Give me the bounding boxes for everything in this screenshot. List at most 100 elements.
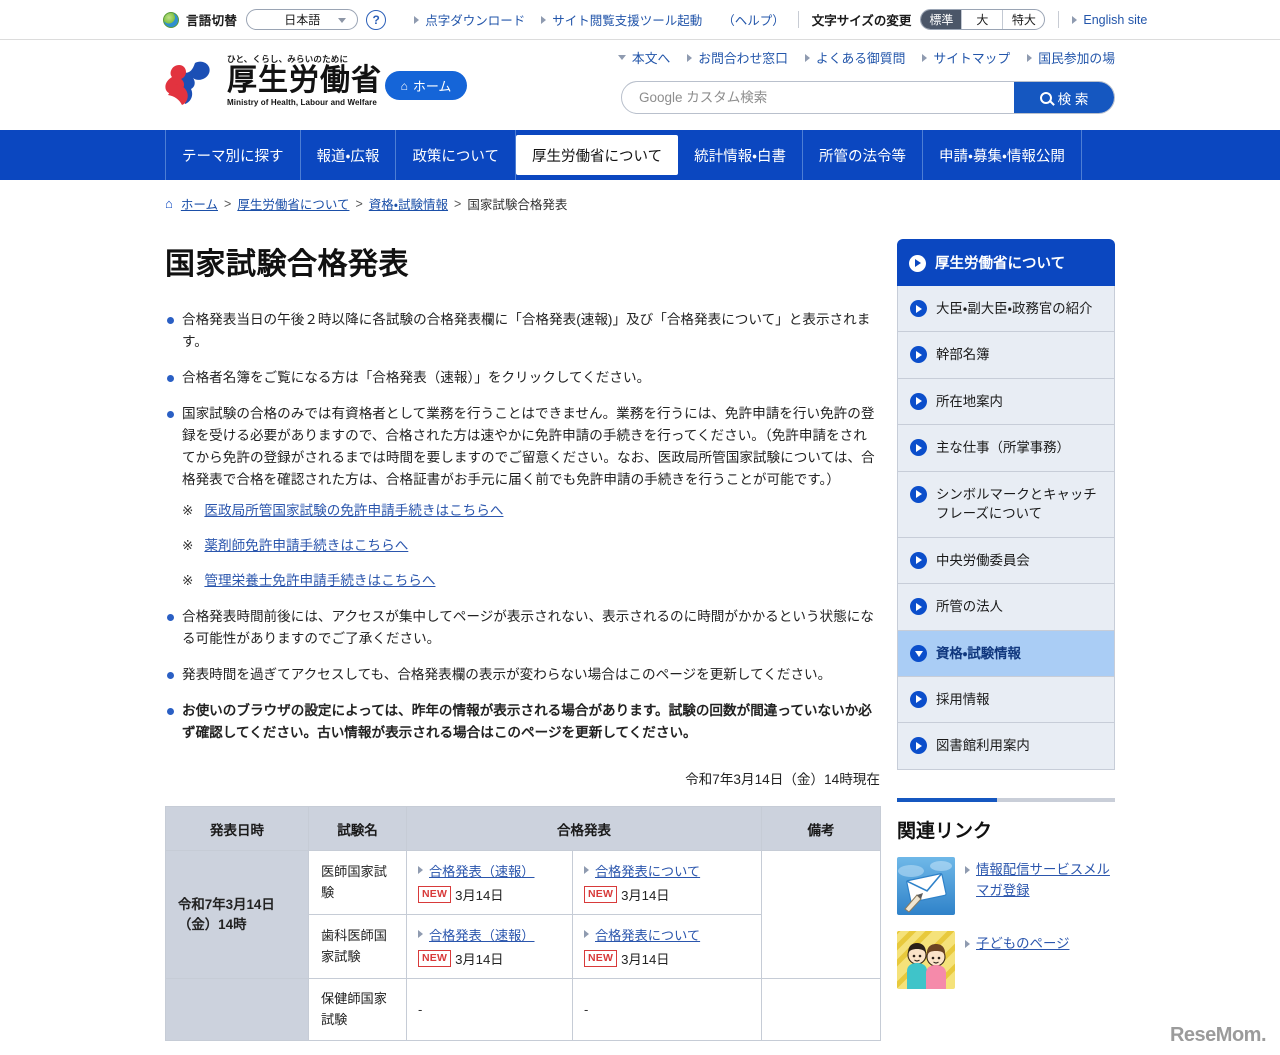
new-badge: NEW [584,886,618,903]
triangle-right-icon [687,53,693,62]
envelope-thumbnail[interactable] [897,856,955,915]
new-badge: NEW [418,886,452,903]
breadcrumb-separator: > [454,196,462,211]
sidebar-item-main-duties[interactable]: 主な仕事（所掌事務） [898,425,1114,472]
chevron-down-icon [338,17,347,23]
sidebar-item-ministers[interactable]: 大臣・副大臣・政務官の紹介 [898,286,1114,333]
sidebar-item-library[interactable]: 図書館利用案内 [898,723,1114,769]
breadcrumb-item-home[interactable]: ホーム [181,194,218,213]
play-circle-icon [910,690,927,708]
sidebar-item-location[interactable]: 所在地案内 [898,378,1114,426]
site-logo[interactable]: ひと、くらし、みらいのために 厚生労働省 Ministry of Health,… [165,53,382,107]
font-size-standard-button[interactable]: 標準 [921,10,963,29]
gnav-item-press[interactable]: 報道・広報 [301,130,397,180]
header-link-label: よくある御質問 [815,51,906,66]
triangle-right-icon [418,866,423,875]
font-size-large-button[interactable]: 大 [962,10,1004,29]
note-text: 合格発表当日の午後２時以降に各試験の合格発表欄に「合格発表(速報)」及び「合格発… [182,312,871,350]
result-link-wrap[interactable]: 合格発表（速報） [418,925,561,944]
link-childrens-page[interactable]: 子どものページ [976,934,1069,955]
link-result-flash[interactable]: 合格発表（速報） [429,925,535,944]
sidebar-item-labour-commission[interactable]: 中央労働委員会 [898,537,1114,585]
notes-list: 合格発表当日の午後２時以降に各試験の合格発表欄に「合格発表(速報)」及び「合格発… [165,309,880,744]
cell-result-about: 合格発表について NEW 3月14日 [572,914,762,980]
play-circle-icon [910,439,927,457]
play-circle-icon [910,551,927,569]
gnav-item-themes[interactable]: テーマ別に探す [165,130,301,180]
triangle-right-icon [965,939,970,948]
gnav-item-about-ministry[interactable]: 厚生労働省について [516,135,679,175]
sidebar-header[interactable]: 厚生労働省について [897,239,1115,286]
triangle-right-icon [584,930,589,939]
site-header: ひと、くらし、みらいのために 厚生労働省 Ministry of Health,… [0,40,1280,130]
result-link-wrap[interactable]: 合格発表について [584,925,750,944]
help-link[interactable]: （ヘルプ） [722,10,785,29]
cell-result-flash: - [406,978,573,1042]
sidebar-item-label: 所在地案内 [936,393,1003,409]
header-link-faq[interactable]: よくある御質問 [804,48,906,67]
gnav-item-statistics[interactable]: 統計情報・白書 [678,130,804,180]
link-dietitian-license-application[interactable]: 管理栄養士免許申請手続きはこちらへ [204,570,435,592]
braille-download-link[interactable]: 点字ダウンロード [414,10,525,29]
header-link-label: 国民参加の場 [1038,51,1115,66]
logo-english-text: Ministry of Health, Labour and Welfare [227,98,377,107]
logo-main-text: 厚生労働省 [227,64,382,97]
children-thumbnail[interactable] [897,930,955,989]
play-circle-icon [910,737,927,755]
gnav-item-laws[interactable]: 所管の法令等 [803,130,924,180]
gnav-item-applications[interactable]: 申請・募集・情報公開 [923,130,1082,180]
header-link-sitemap[interactable]: サイトマップ [922,48,1010,67]
sidebar-item-label: 中央労働委員会 [936,552,1030,568]
link-result-flash[interactable]: 合格発表（速報） [429,861,535,880]
link-pharmacist-license-application[interactable]: 薬剤師免許申請手続きはこちらへ [204,535,408,557]
header-link-skip-to-content[interactable]: 本文へ [617,48,670,67]
triangle-right-icon [418,930,423,939]
english-site-link[interactable]: English site [1072,13,1147,27]
result-date-wrap: NEW 3月14日 [584,949,750,968]
result-link-wrap[interactable]: 合格発表（速報） [418,861,561,880]
font-size-xlarge-button[interactable]: 特大 [1003,10,1044,29]
table-header-row: 発表日時 試験名 合格発表 備考 [165,806,881,852]
note-text: お使いのブラウザの設定によっては、昨年の情報が表示される場合があります。試験の回… [182,703,872,741]
content-wrapper: 国家試験合格発表 合格発表当日の午後２時以降に各試験の合格発表欄に「合格発表(速… [165,213,1115,1042]
note-item: 発表時間を過ぎてアクセスしても、合格発表欄の表示が変わらない場合はこのページを更… [165,664,880,686]
language-switch-label: 言語切替 [186,14,238,28]
main-column: 国家試験合格発表 合格発表当日の午後２時以降に各試験の合格発表欄に「合格発表(速… [165,239,881,1042]
table-header-remark: 備考 [761,806,881,852]
page-title: 国家試験合格発表 [165,248,409,281]
sidebar-item-symbol-mark[interactable]: シンボルマークとキャッチフレーズについて [898,471,1114,538]
language-select[interactable]: 日本語 [246,9,359,30]
gnav-item-policy[interactable]: 政策について [396,130,517,180]
related-link-item: 子どものページ [897,930,1115,989]
link-mail-magazine[interactable]: 情報配信サービスメルマガ登録 [976,860,1115,902]
sidebar-item-recruitment[interactable]: 採用情報 [898,676,1114,724]
header-link-public-participation[interactable]: 国民参加の場 [1027,48,1115,67]
sidebar-item-executives[interactable]: 幹部名簿 [898,332,1114,379]
question-mark-icon[interactable]: ? [366,9,387,30]
note-item: 国家試験の合格のみでは有資格者として業務を行うことはできません。業務を行うには、… [165,403,880,592]
result-link-wrap[interactable]: 合格発表について [584,861,750,880]
table-header-exam: 試験名 [308,806,407,852]
sidebar-header-label: 厚生労働省について [935,256,1066,272]
kome-marker: ※ [182,538,194,554]
search-input[interactable] [622,82,1014,113]
link-medical-license-application[interactable]: 医政局所管国家試験の免許申請手続きはこちらへ [204,500,503,522]
search-button[interactable]: 検 索 [1014,82,1114,113]
breadcrumb-separator: > [355,196,363,211]
home-button[interactable]: ⌂ ホーム [385,71,467,100]
accessibility-tool-link[interactable]: サイト閲覧支援ツール起動 [541,10,702,29]
header-link-label: サイトマップ [933,51,1011,66]
sidebar-nav: 大臣・副大臣・政務官の紹介 幹部名簿 所在地案内 主な仕事（所掌事務） シンボル… [897,286,1115,770]
link-result-about[interactable]: 合格発表について [595,861,700,880]
breadcrumb-item-about[interactable]: 厚生労働省について [237,194,349,213]
play-circle-icon [910,598,927,616]
sidebar-item-corporations[interactable]: 所管の法人 [898,584,1114,631]
breadcrumb-separator: > [224,196,232,211]
sidebar-item-exam-info[interactable]: 資格・試験情報 [898,630,1114,677]
new-badge: NEW [584,950,618,967]
home-icon: ⌂ [400,78,408,93]
breadcrumb-item-exam-info[interactable]: 資格・試験情報 [369,194,448,213]
sidebar-item-label: 幹部名簿 [936,347,990,363]
header-link-contact[interactable]: お問合わせ窓口 [687,48,788,67]
link-result-about[interactable]: 合格発表について [595,925,700,944]
